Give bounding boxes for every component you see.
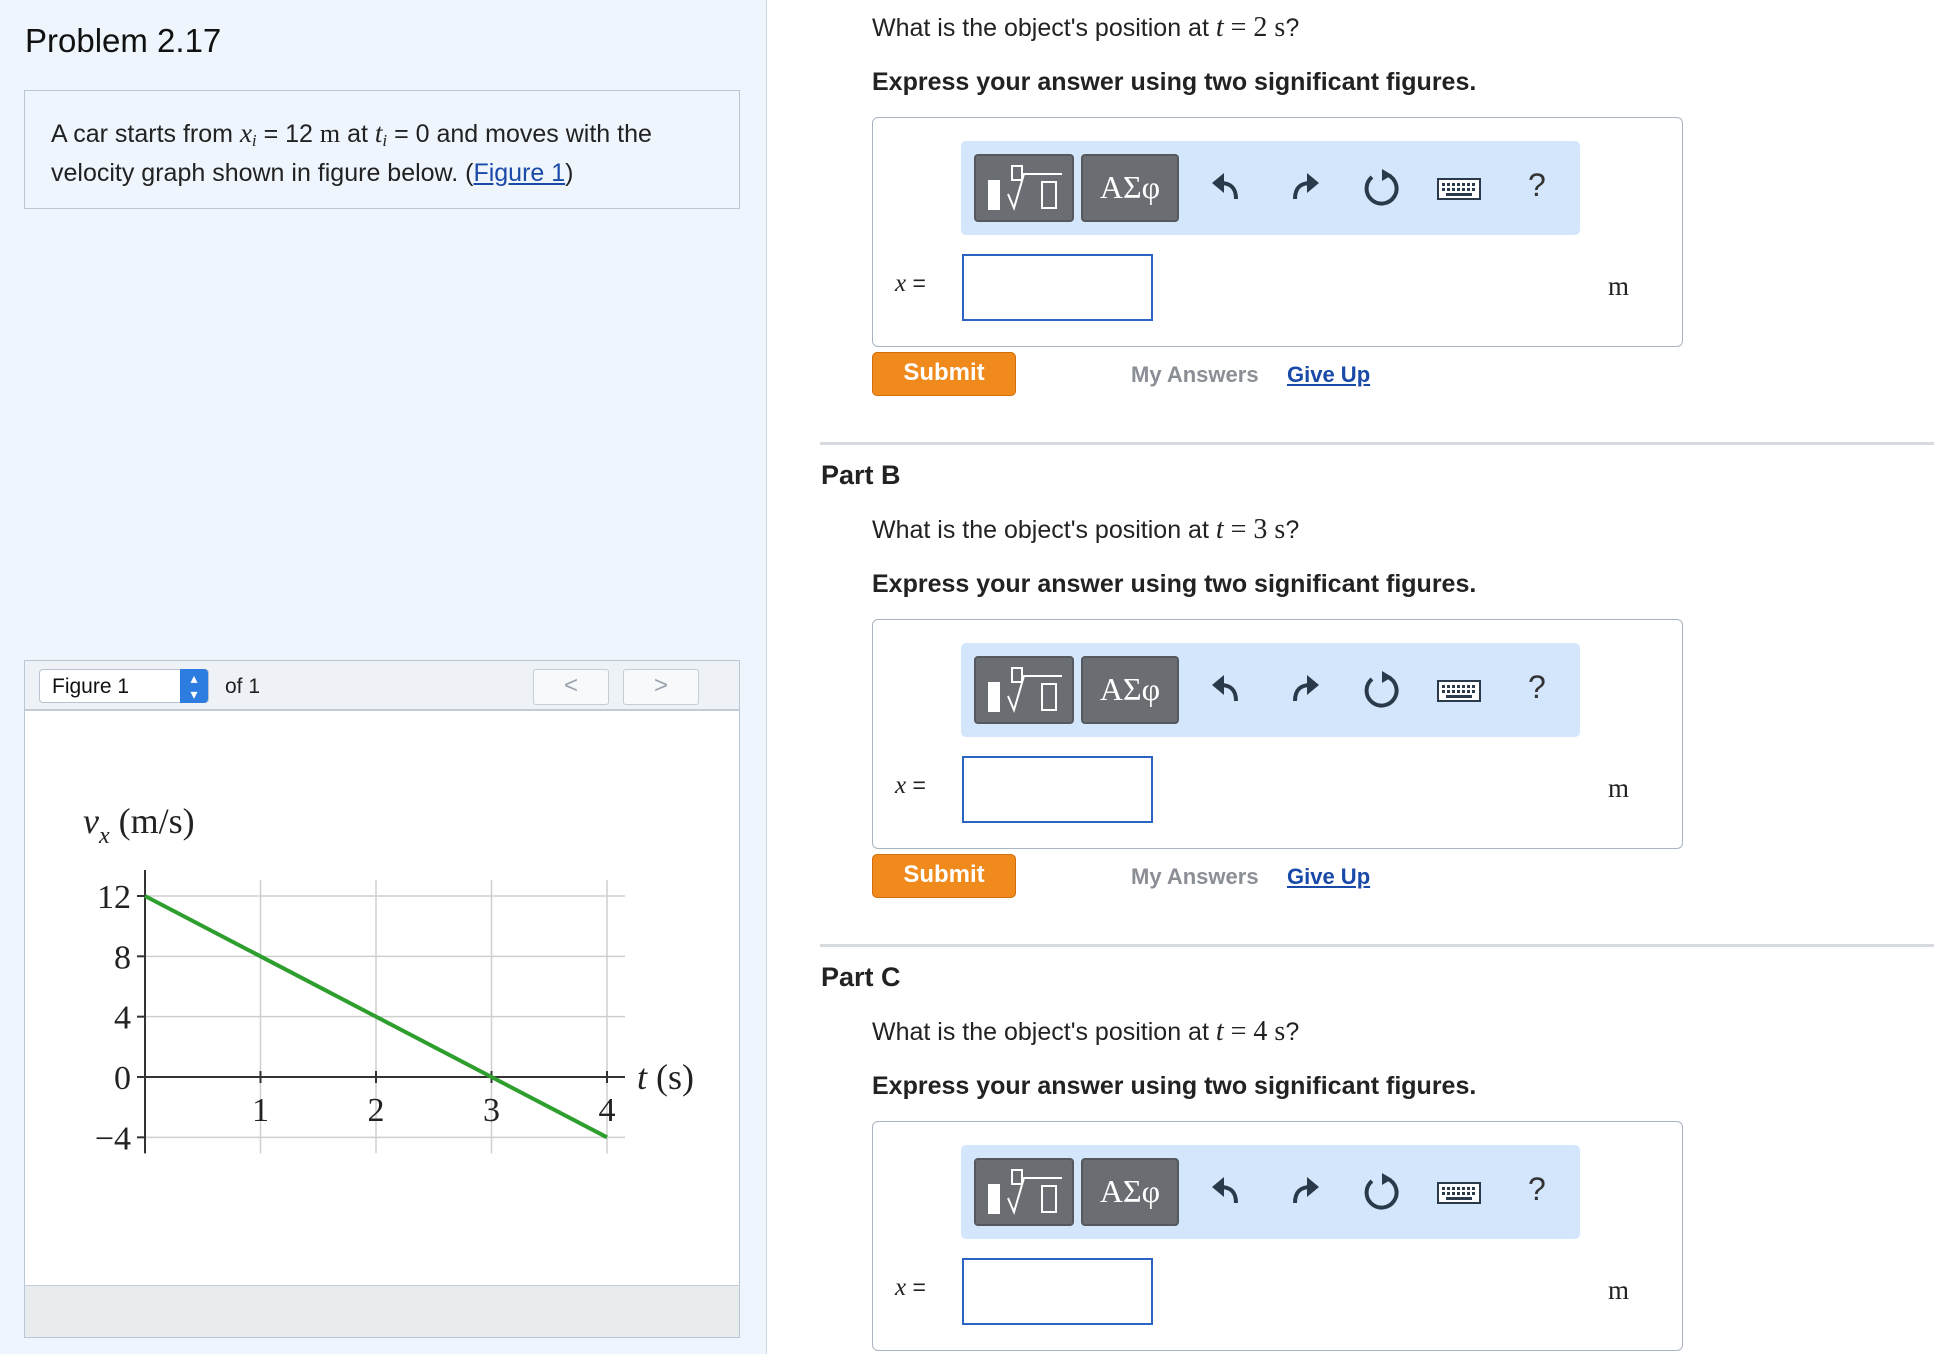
figure-count: of 1	[225, 675, 261, 698]
part-c-answer-box: ΑΣφ ? x = m	[872, 1121, 1683, 1351]
templates-button[interactable]	[974, 154, 1074, 222]
xi-variable: xi	[239, 118, 257, 150]
velocity-graph: 12 8 4 0 −4 1 2 3 4 vx (m/s) t (s)	[25, 713, 739, 1285]
reset-icon[interactable]	[1356, 163, 1406, 213]
x-tick-label: 2	[368, 1092, 385, 1129]
part-a-question: What is the object's position at t = 2 s…	[872, 12, 1300, 43]
part-a-my-answers-link[interactable]: My Answers	[1131, 362, 1259, 388]
y-tick-label: 0	[114, 1060, 131, 1097]
part-b-title: Part B	[821, 460, 901, 490]
answer-label: x =	[895, 1274, 926, 1301]
y-axis-label: vx (m/s)	[83, 801, 195, 849]
templates-icon	[988, 1169, 1062, 1215]
part-b-answer-input[interactable]	[962, 756, 1153, 823]
keyboard-icon[interactable]	[1434, 665, 1484, 715]
xi-unit: m	[319, 119, 341, 148]
figure-viewer: Figure 1 ▴ ▾ of 1 < > 12 8 4 0 −4 1 2 3 4 vx (m/s)…	[24, 660, 740, 1338]
part-b-answer-box: ΑΣφ ? x = m	[872, 619, 1683, 849]
part-c-question: What is the object's position at t = 4 s…	[872, 1016, 1300, 1047]
math-toolbar: ΑΣφ ?	[961, 141, 1580, 235]
problem-statement: A car starts from xi = 12 m at ti = 0 an…	[24, 90, 740, 209]
part-a-answer-input[interactable]	[962, 254, 1153, 321]
part-a-answer-box: ΑΣφ ? x = m	[872, 117, 1683, 347]
answer-unit: m	[1608, 271, 1630, 301]
math-toolbar: ΑΣφ ?	[961, 1145, 1580, 1239]
answer-unit: m	[1608, 773, 1630, 803]
templates-icon	[988, 667, 1062, 713]
redo-icon[interactable]	[1279, 1167, 1329, 1217]
problem-title: Problem 2.17	[25, 22, 222, 59]
next-figure-button[interactable]: >	[623, 669, 699, 705]
x-tick-label: 4	[599, 1092, 616, 1129]
y-tick-label: 12	[97, 879, 131, 916]
figure-toolbar: Figure 1 ▴ ▾ of 1 < >	[25, 661, 739, 711]
templates-button[interactable]	[974, 1158, 1074, 1226]
undo-icon[interactable]	[1202, 665, 1252, 715]
figure-select[interactable]: Figure 1 ▴ ▾	[39, 669, 209, 703]
answer-unit: m	[1608, 1275, 1630, 1305]
part-c-instruction: Express your answer using two significan…	[872, 1072, 1477, 1100]
figure-link[interactable]: Figure 1	[473, 159, 565, 187]
part-c-answer-input[interactable]	[962, 1258, 1153, 1325]
part-divider	[820, 442, 1934, 445]
part-b-give-up-link[interactable]: Give Up	[1287, 864, 1370, 890]
problem-text: A car starts from	[51, 120, 240, 148]
reset-icon[interactable]	[1356, 1167, 1406, 1217]
part-a-submit-button[interactable]: Submit	[872, 352, 1016, 396]
part-b-my-answers-link[interactable]: My Answers	[1131, 864, 1259, 890]
part-b-question: What is the object's position at t = 3 s…	[872, 514, 1300, 545]
part-b-submit-button[interactable]: Submit	[872, 854, 1016, 898]
math-toolbar: ΑΣφ ?	[961, 643, 1580, 737]
previous-figure-button[interactable]: <	[533, 669, 609, 705]
help-button[interactable]: ?	[1528, 669, 1546, 706]
undo-icon[interactable]	[1202, 163, 1252, 213]
part-b-instruction: Express your answer using two significan…	[872, 570, 1477, 598]
x-tick-label: 1	[252, 1092, 269, 1129]
x-axis-label: t (s)	[637, 1057, 694, 1097]
reset-icon[interactable]	[1356, 665, 1406, 715]
answer-label: x =	[895, 772, 926, 799]
templates-button[interactable]	[974, 656, 1074, 724]
select-arrows-icon: ▴ ▾	[180, 669, 208, 703]
answer-panel: What is the object's position at t = 2 s…	[768, 0, 1934, 1354]
redo-icon[interactable]	[1279, 665, 1329, 715]
velocity-chart: 12840−41 2 3 4vx (m/s)t (s)	[83, 801, 694, 1157]
greek-symbols-button[interactable]: ΑΣφ	[1081, 1158, 1179, 1226]
answer-label: x =	[895, 270, 926, 297]
help-button[interactable]: ?	[1528, 1171, 1546, 1208]
undo-icon[interactable]	[1202, 1167, 1252, 1217]
problem-panel: Problem 2.17 A car starts from xi = 12 m…	[0, 0, 767, 1354]
help-button[interactable]: ?	[1528, 167, 1546, 204]
templates-icon	[988, 165, 1062, 211]
y-tick-label: 8	[114, 939, 131, 976]
x-tick-label: 3	[483, 1092, 500, 1129]
figure-footer	[25, 1285, 739, 1337]
part-c-title: Part C	[821, 962, 901, 992]
part-a-give-up-link[interactable]: Give Up	[1287, 362, 1370, 388]
y-tick-label: −4	[95, 1120, 131, 1157]
y-tick-label: 4	[114, 1000, 131, 1037]
greek-symbols-button[interactable]: ΑΣφ	[1081, 656, 1179, 724]
keyboard-icon[interactable]	[1434, 1167, 1484, 1217]
part-divider	[820, 944, 1934, 947]
part-a-instruction: Express your answer using two significan…	[872, 68, 1477, 96]
redo-icon[interactable]	[1279, 163, 1329, 213]
keyboard-icon[interactable]	[1434, 163, 1484, 213]
greek-symbols-button[interactable]: ΑΣφ	[1081, 154, 1179, 222]
ti-variable: ti	[374, 118, 388, 150]
